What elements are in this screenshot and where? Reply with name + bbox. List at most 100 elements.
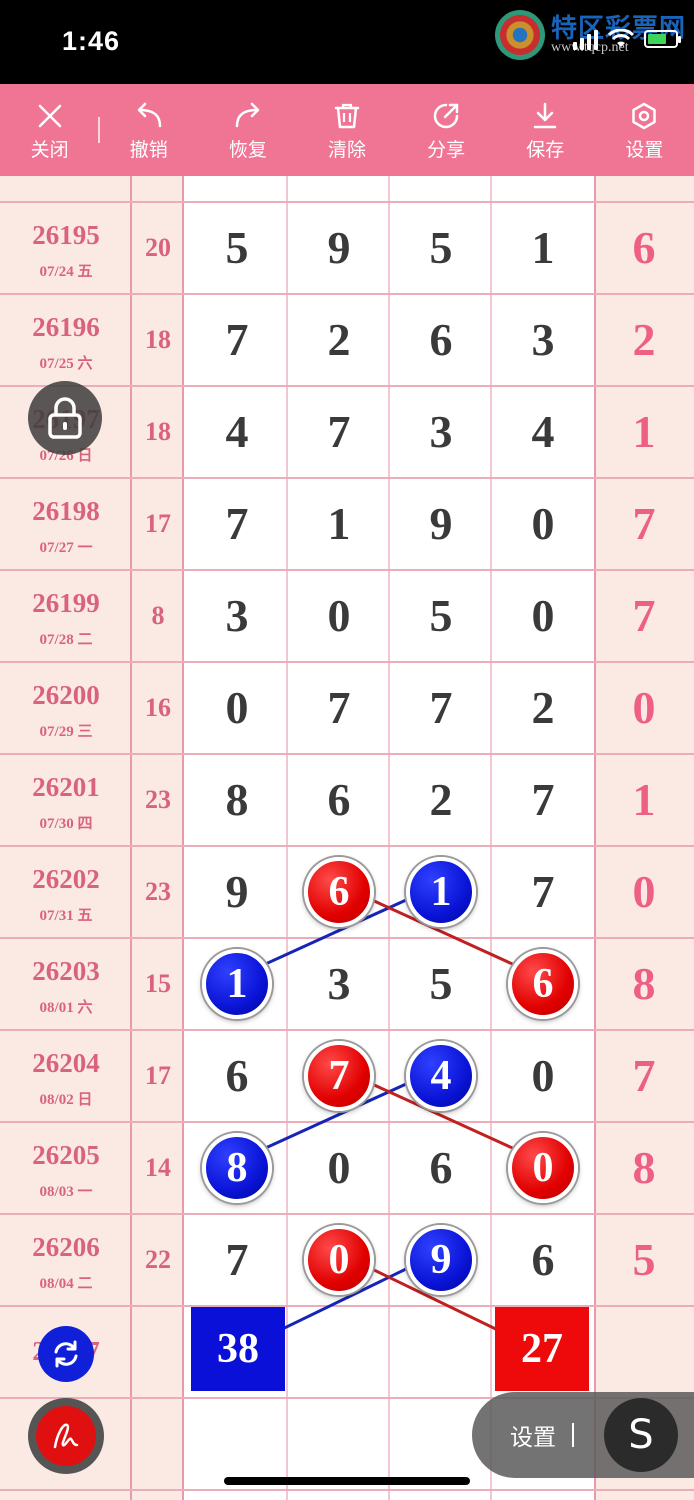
sum-value: 17 [145,1061,171,1090]
issue-date: 07/25 六 [39,356,93,372]
red-ball-marker[interactable]: 6 [304,857,374,927]
digit-cell[interactable]: 0 [492,1030,594,1122]
digit-cell[interactable]: 4 [492,386,594,478]
digit-cell[interactable]: 0 [288,570,390,662]
digit-cell[interactable]: 3 [288,938,390,1030]
digit-cell[interactable]: 7 [390,662,492,754]
digit-cell[interactable]: 0 [288,1122,390,1214]
floating-settings-panel[interactable]: 设置 S [472,1392,694,1478]
special-digit: 8 [632,958,656,1009]
digit-cell[interactable]: 5 [390,938,492,1030]
digit-cell[interactable]: 6 [390,294,492,386]
red-ball-marker[interactable]: 0 [304,1225,374,1295]
lock-button[interactable] [28,381,102,455]
digit-cell[interactable]: 9 [288,202,390,294]
blue-ball-marker[interactable]: 9 [406,1225,476,1295]
sum-value: 22 [145,1245,171,1274]
issue-date: 07/29 三 [39,724,93,740]
digit-cell[interactable]: 0 [492,478,594,570]
digit-cell[interactable]: 6 [492,1214,594,1306]
digit-cell[interactable]: 5 [186,202,288,294]
table-row: 26202 07/31 五 23 9 6 1 7 0 [0,846,694,938]
clear-button[interactable]: 清除 [297,84,396,176]
digit-cell[interactable]: 5 [390,202,492,294]
save-label: 保存 [526,139,565,161]
digit-cell[interactable]: 4 [186,386,288,478]
digit-cell[interactable]: 5 [390,570,492,662]
close-icon [38,104,61,127]
pen-scribble-icon [53,1423,79,1449]
lottery-trend-grid[interactable]: 2619507/24 五20595162619607/25 六187263226… [0,176,694,1500]
special-digit: 6 [632,222,656,273]
special-digit: 7 [632,590,656,641]
floating-settings-label[interactable]: 设置 [510,1418,556,1452]
digit-cell[interactable]: 2 [492,662,594,754]
download-icon [534,102,557,128]
digit-cell[interactable]: 3 [492,294,594,386]
red-ball-marker[interactable]: 7 [304,1041,374,1111]
blue-ball-marker[interactable]: 8 [202,1133,272,1203]
sum-value: 14 [145,1153,171,1182]
digit-cell[interactable]: 7 [288,386,390,478]
digit-cell[interactable]: 0 [492,570,594,662]
table-row: 26206 08/04 二 22 7 0 9 6 5 [0,1214,694,1306]
blue-ball-marker[interactable]: 1 [406,857,476,927]
digit-cell[interactable]: 7 [492,846,594,938]
digit-cell[interactable]: 0 [186,662,288,754]
close-button[interactable]: 关闭 [0,84,99,176]
issue-date: 07/24 五 [39,264,93,280]
digit-cell[interactable]: 7 [492,754,594,846]
digit-cell[interactable]: 6 [186,1030,288,1122]
blue-ball-marker[interactable]: 1 [202,949,272,1019]
next-issue-row: 26207 [0,1306,694,1398]
digit-cell[interactable]: 3 [186,570,288,662]
redo-button[interactable]: 恢复 [198,84,297,176]
save-button[interactable]: 保存 [496,84,595,176]
s-toggle-button[interactable]: S [604,1398,678,1472]
issue-number: 26205 [32,1140,100,1170]
table-row: 26204 08/02 日 17 6 7 4 0 7 [0,1030,694,1122]
undo-button[interactable]: 撤销 [99,84,198,176]
digit-cell[interactable]: 2 [288,294,390,386]
refresh-button[interactable] [38,1326,94,1382]
clear-label: 清除 [327,139,366,161]
table-row: 26205 08/03 一 14 8 0 6 0 8 [0,1122,694,1214]
special-digit: 7 [632,1050,656,1101]
digit-cell[interactable]: 7 [186,478,288,570]
undo-icon [137,102,161,127]
battery-icon [644,30,681,48]
digit-cell[interactable]: 9 [390,478,492,570]
red-ball-marker[interactable]: 0 [508,1133,578,1203]
digit-cell[interactable]: 6 [288,754,390,846]
blue-ball-marker[interactable]: 4 [406,1041,476,1111]
digit-cell[interactable]: 8 [186,754,288,846]
special-digit: 1 [632,774,656,825]
home-indicator[interactable] [224,1477,470,1485]
red-ball-marker[interactable]: 6 [508,949,578,1019]
sum-value: 20 [145,233,171,262]
draw-pen-button[interactable] [28,1398,104,1474]
digit-cell[interactable]: 6 [390,1122,492,1214]
issue-number: 26200 [32,680,100,710]
digit-cell[interactable]: 3 [390,386,492,478]
special-digit: 0 [632,866,656,917]
sum-value: 17 [145,509,171,538]
digit-cell[interactable]: 9 [186,846,288,938]
digit-cell[interactable]: 2 [390,754,492,846]
refresh-icon [54,1340,78,1368]
digit-cell[interactable]: 7 [186,1214,288,1306]
pill-divider [572,1423,574,1447]
settings-button[interactable]: 设置 [595,84,694,176]
table-row: 26195 07/24 五 20 5 9 5 1 6 [0,202,694,294]
special-digit: 2 [632,314,656,365]
share-button[interactable]: 分享 [397,84,496,176]
red-total-box: 27 [495,1307,589,1391]
digit-cell[interactable]: 7 [186,294,288,386]
sum-value: 18 [145,417,171,446]
digit-cell[interactable]: 1 [492,202,594,294]
digit-cell[interactable]: 1 [288,478,390,570]
issue-number: 26195 [32,220,100,250]
digit-cell[interactable]: 7 [288,662,390,754]
issue-number: 26204 [32,1048,100,1078]
issue-date: 08/01 六 [39,1000,93,1016]
